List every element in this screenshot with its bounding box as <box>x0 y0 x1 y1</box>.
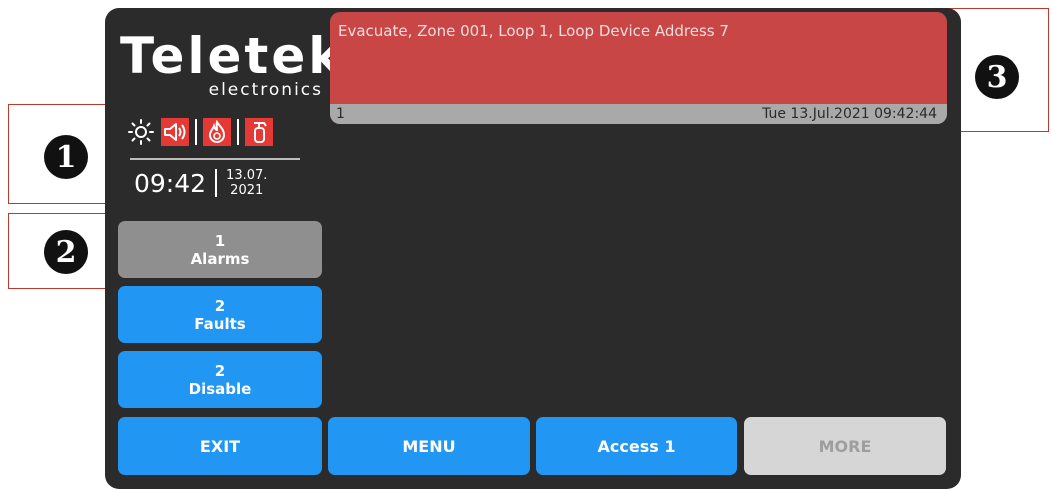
alarm-footer: 1 Tue 13.Jul.2021 09:42:44 <box>330 104 947 124</box>
faults-label: Faults <box>194 314 246 333</box>
exit-button[interactable]: EXIT <box>118 417 322 475</box>
extinguisher-icon <box>245 118 273 146</box>
callout-number-3: 3 <box>975 55 1019 99</box>
alarm-event-box[interactable]: Evacuate, Zone 001, Loop 1, Loop Device … <box>330 12 947 124</box>
more-button[interactable]: MORE <box>744 417 946 475</box>
clock-date: 13.07. 2021 <box>226 168 267 198</box>
clock-time: 09:42 <box>134 168 207 198</box>
disable-button[interactable]: 2 Disable <box>118 351 322 408</box>
sun-icon <box>127 118 155 146</box>
logo-wordmark: Teletek <box>120 27 345 85</box>
clock-display: 09:42 13.07. 2021 <box>134 168 267 198</box>
menu-button[interactable]: MENU <box>328 417 530 475</box>
clock-date-year: 2021 <box>230 183 264 198</box>
access-button[interactable]: Access 1 <box>536 417 737 475</box>
alarms-label: Alarms <box>190 249 250 268</box>
clock-date-day-month: 13.07. <box>226 168 268 183</box>
callout-number-1: 1 <box>44 135 88 179</box>
icon-separator <box>195 119 197 145</box>
disable-label: Disable <box>188 379 252 398</box>
faults-count: 2 <box>214 296 226 315</box>
status-divider <box>130 158 300 160</box>
callout-number-2: 2 <box>44 230 88 274</box>
alarms-button[interactable]: 1 Alarms <box>118 221 322 278</box>
fire-icon <box>203 118 231 146</box>
clock-separator <box>215 169 218 197</box>
disable-count: 2 <box>214 361 226 380</box>
status-icon-row <box>127 118 273 146</box>
brand-logo: Teletek electronics <box>120 27 345 100</box>
alarm-message: Evacuate, Zone 001, Loop 1, Loop Device … <box>338 22 729 40</box>
faults-button[interactable]: 2 Faults <box>118 286 322 343</box>
alarm-index: 1 <box>336 106 345 122</box>
speaker-icon <box>161 118 189 146</box>
alarms-count: 1 <box>214 231 226 250</box>
alarm-timestamp: Tue 13.Jul.2021 09:42:44 <box>762 106 937 122</box>
icon-separator <box>237 119 239 145</box>
